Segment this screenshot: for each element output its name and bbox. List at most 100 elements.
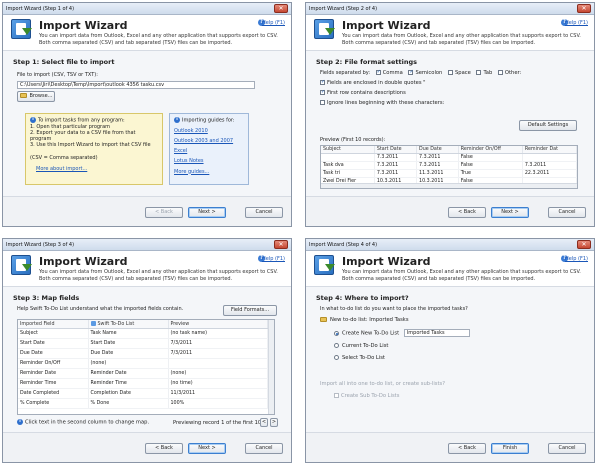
default-settings-button[interactable]: Default Settings xyxy=(519,120,577,131)
checkbox[interactable] xyxy=(448,70,454,75)
cancel-button[interactable]: Cancel xyxy=(245,443,283,454)
csv-note: (CSV = Comma separated) xyxy=(30,154,98,161)
file-input[interactable]: C:\Users\Jiri\Desktop\Temp\Import\outloo… xyxy=(17,81,255,89)
map-grid[interactable]: Imported Field Swift To-Do List Preview … xyxy=(17,319,275,415)
cancel-button[interactable]: Cancel xyxy=(245,207,283,218)
back-button[interactable]: < Back xyxy=(448,443,486,454)
opt-ignore-lines[interactable]: Ignore lines beginning with these charac… xyxy=(320,100,584,106)
table-row: Due Date Due Date 7/3/2011 xyxy=(18,348,268,359)
guide-link[interactable]: More guides... xyxy=(174,169,209,175)
map-cell[interactable]: Task Name xyxy=(88,328,169,339)
opt-double-quotes[interactable]: Fields are enclosed in double quotes " xyxy=(320,79,584,86)
radio[interactable] xyxy=(334,343,339,348)
wizard-header: Import Wizard You can import data from O… xyxy=(306,15,594,51)
cell: Start Date xyxy=(18,338,89,349)
map-cell[interactable]: Completion Date xyxy=(88,388,169,399)
preview-grid[interactable]: Subject Start Date Due Date Reminder On/… xyxy=(320,145,578,189)
radio-create-new[interactable]: Create New To-Do List Imported Tasks xyxy=(334,329,584,337)
col-header[interactable]: Start Date xyxy=(374,146,418,154)
next-record-button[interactable]: > xyxy=(270,418,278,427)
sep-space[interactable]: Space xyxy=(448,70,471,76)
sep-label: Comma xyxy=(382,70,403,76)
cancel-button[interactable]: Cancel xyxy=(548,207,586,218)
cell: 100% xyxy=(168,398,268,409)
guide-link[interactable]: Outlook 2003 and 2007 xyxy=(174,138,233,144)
browse-button[interactable]: Browse... xyxy=(17,91,55,102)
col-header[interactable]: Preview xyxy=(168,320,268,329)
radio-label: Current To-Do List xyxy=(342,343,389,349)
radio-select-list[interactable]: Select To-Do List xyxy=(334,355,584,361)
next-button[interactable]: Next > xyxy=(188,443,226,454)
cell xyxy=(321,153,375,162)
guide-link[interactable]: Outlook 2010 xyxy=(174,128,208,134)
sep-label: Space xyxy=(455,70,471,76)
prev-record-button[interactable]: < xyxy=(260,418,268,427)
horizontal-scrollbar[interactable] xyxy=(321,183,577,188)
checkbox[interactable] xyxy=(334,393,339,398)
info-icon: i xyxy=(30,117,36,123)
checkbox[interactable] xyxy=(497,70,503,75)
close-icon[interactable]: ✕ xyxy=(577,4,591,13)
option-label: Fields are enclosed in double quotes " xyxy=(327,80,426,86)
sep-comma[interactable]: Comma xyxy=(375,69,403,76)
checkbox[interactable] xyxy=(320,100,325,105)
col-header[interactable]: Reminder Dat xyxy=(522,146,577,154)
help-link[interactable]: Help (F1) xyxy=(565,256,588,262)
map-cell[interactable]: Due Date xyxy=(88,348,169,359)
radio-current-list[interactable]: Current To-Do List xyxy=(334,343,584,349)
map-cell[interactable]: % Done xyxy=(88,398,169,409)
wizard-icon xyxy=(314,255,335,275)
header-title: Import Wizard xyxy=(39,19,128,32)
checkbox-label: Create Sub To-Do Lists xyxy=(341,393,400,399)
back-button[interactable]: < Back xyxy=(145,443,183,454)
cell: False xyxy=(458,161,523,170)
back-button[interactable]: < Back xyxy=(145,207,183,218)
radio[interactable] xyxy=(334,355,339,360)
finish-button[interactable]: Finish xyxy=(491,443,529,454)
cancel-button[interactable]: Cancel xyxy=(548,443,586,454)
map-cell[interactable]: (none) xyxy=(88,358,169,369)
cell: 11/3/2011 xyxy=(168,388,268,399)
checkbox[interactable] xyxy=(476,70,482,75)
checkbox[interactable] xyxy=(320,79,325,85)
close-icon[interactable]: ✕ xyxy=(577,240,591,249)
close-icon[interactable]: ✕ xyxy=(274,4,288,13)
help-link[interactable]: Help (F1) xyxy=(262,256,285,262)
guide-link[interactable]: Excel xyxy=(174,148,187,154)
sep-tab[interactable]: Tab xyxy=(476,70,492,76)
vertical-scrollbar[interactable] xyxy=(268,320,274,414)
col-header[interactable]: Swift To-Do List xyxy=(88,320,169,329)
opt-first-row[interactable]: First row contains descriptions xyxy=(320,89,584,96)
sep-semicolon[interactable]: Semicolon xyxy=(408,69,442,76)
field-formats-button[interactable]: Field Formats... xyxy=(223,305,277,316)
col-header[interactable]: Due Date xyxy=(416,146,459,154)
cell: Task tri xyxy=(321,169,375,178)
col-header[interactable]: Reminder On/Off xyxy=(458,146,523,154)
close-icon[interactable]: ✕ xyxy=(274,240,288,249)
checkbox[interactable] xyxy=(320,89,325,95)
more-about-import-link[interactable]: More about import... xyxy=(36,166,87,172)
help-link[interactable]: Help (F1) xyxy=(565,20,588,26)
create-sub-lists-checkbox[interactable]: Create Sub To-Do Lists xyxy=(334,393,584,399)
map-cell[interactable]: Reminder Date xyxy=(88,368,169,379)
col-header[interactable]: Subject xyxy=(321,146,375,154)
map-cell[interactable]: Start Date xyxy=(88,338,169,349)
help-link[interactable]: Help (F1) xyxy=(262,20,285,26)
next-button[interactable]: Next > xyxy=(491,207,529,218)
col-header[interactable]: Imported Field xyxy=(18,320,89,329)
new-list-name-input[interactable]: Imported Tasks xyxy=(403,329,470,337)
next-button[interactable]: Next > xyxy=(188,207,226,218)
sep-label: Tab xyxy=(483,70,493,76)
sep-other[interactable]: Other: xyxy=(497,70,521,76)
cell: 7.3.2011 xyxy=(416,161,459,170)
cell: (none) xyxy=(168,368,268,379)
folder-icon xyxy=(320,317,327,322)
checkbox[interactable] xyxy=(408,69,414,75)
table-row: Start Date Start Date 7/3/2011 xyxy=(18,338,268,349)
back-button[interactable]: < Back xyxy=(448,207,486,218)
guide-link[interactable]: Lotus Notes xyxy=(174,158,204,164)
map-cell[interactable]: Reminder Time xyxy=(88,378,169,389)
radio[interactable] xyxy=(334,330,339,336)
preview-label: Preview (First 10 records): xyxy=(320,137,386,143)
checkbox[interactable] xyxy=(375,69,381,75)
